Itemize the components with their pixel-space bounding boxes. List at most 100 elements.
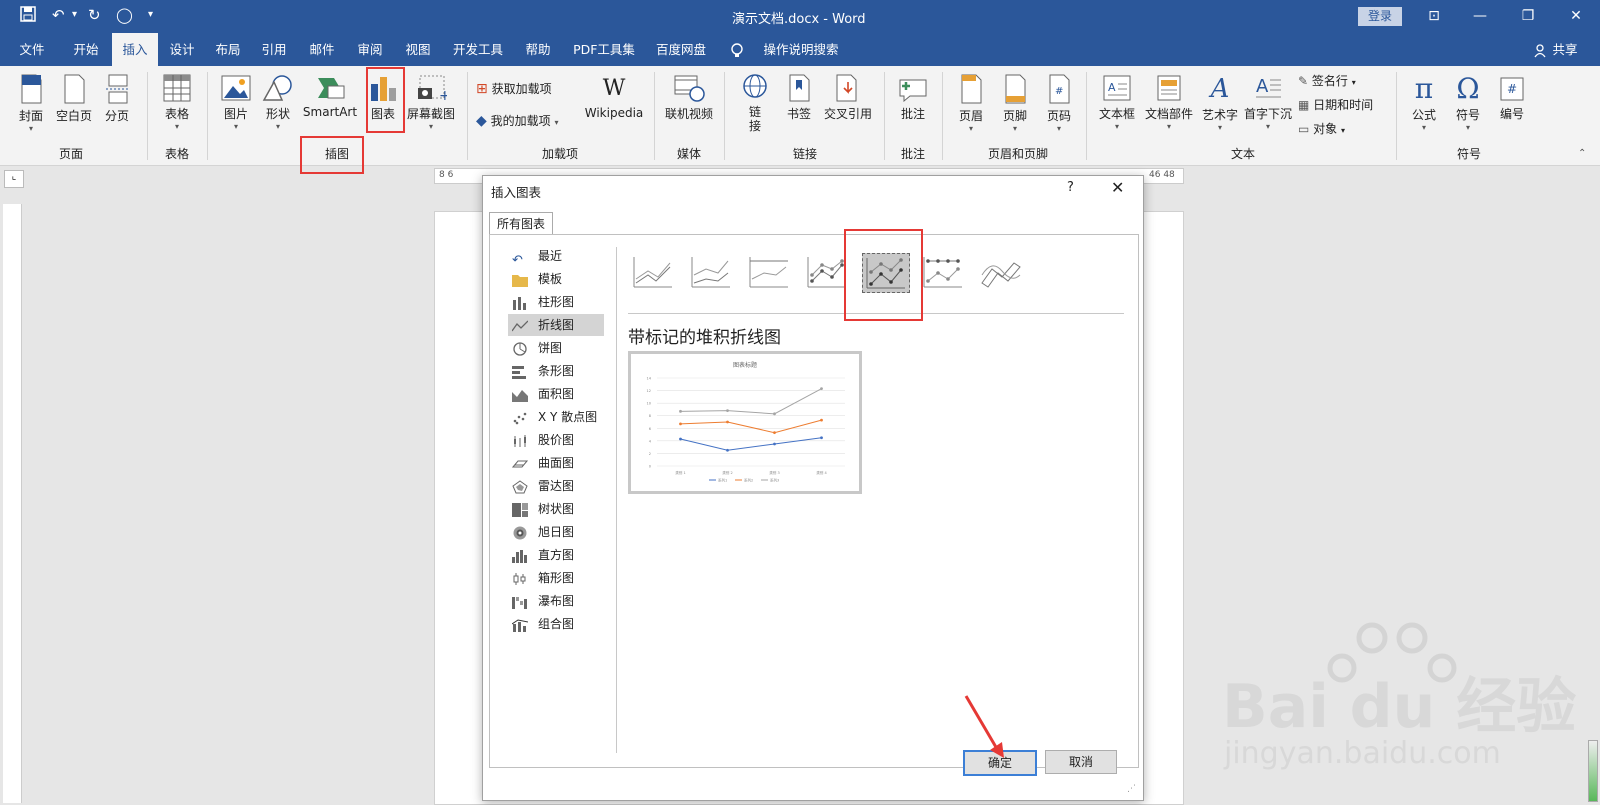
- treemap-icon: [512, 502, 528, 517]
- radar-chart-icon: [512, 479, 528, 493]
- symbol-button[interactable]: Ω 符号 ▾: [1448, 74, 1488, 133]
- page-break-button[interactable]: 分页: [100, 74, 134, 124]
- subtype-3d-line[interactable]: [978, 253, 1024, 291]
- tab-all-charts[interactable]: 所有图表: [489, 212, 553, 235]
- date-time-button[interactable]: ▦ 日期和时间: [1298, 96, 1398, 113]
- tab-design[interactable]: 设计: [160, 33, 204, 66]
- ribbon-display-icon[interactable]: ⊡: [1420, 5, 1448, 27]
- subtype-line[interactable]: [630, 253, 676, 291]
- category-box-whisker[interactable]: 箱形图: [508, 567, 604, 589]
- tab-layout[interactable]: 布局: [206, 33, 250, 66]
- my-addins-button[interactable]: ◆ 我的加载项 ▾: [476, 112, 580, 129]
- lightbulb-icon[interactable]: [730, 33, 744, 66]
- tab-baidu-netdisk[interactable]: 百度网盘: [650, 33, 712, 66]
- tab-home[interactable]: 开始: [64, 33, 108, 66]
- comment-button[interactable]: 批注: [894, 74, 932, 122]
- bookmark-button[interactable]: 书签: [780, 74, 818, 122]
- signature-line-button[interactable]: ✎ 签名行 ▾: [1298, 72, 1398, 89]
- baidu-jingyan-watermark: Bai du 经验 jingyan.baidu.com: [1222, 618, 1582, 798]
- page-number-button[interactable]: # 页码 ▾: [1040, 74, 1078, 133]
- drop-cap-button[interactable]: A 首字下沉 ▾: [1240, 74, 1296, 131]
- cross-reference-button[interactable]: 交叉引用: [820, 74, 876, 122]
- redo-icon[interactable]: ↻: [88, 6, 101, 24]
- wordart-button[interactable]: A 艺术字 ▾: [1198, 74, 1242, 132]
- share-button[interactable]: 共享: [1550, 33, 1580, 66]
- tab-view[interactable]: 视图: [396, 33, 440, 66]
- tab-file[interactable]: 文件: [10, 33, 54, 66]
- subtype-stacked-line[interactable]: [688, 253, 734, 291]
- category-scatter[interactable]: X Y 散点图: [508, 406, 604, 428]
- circle-icon[interactable]: ◯: [116, 6, 133, 24]
- picture-icon: [221, 75, 251, 101]
- chart-preview: 图表标题 14 12 10 8 6 4 2 0 类别 1 类别 2 类别 3 类别 4 系列1 系列2 系列3: [628, 351, 862, 494]
- tab-selector[interactable]: ⌞: [4, 170, 24, 188]
- wikipedia-button[interactable]: W Wikipedia: [582, 74, 646, 120]
- subtype-100-stacked-line[interactable]: [746, 253, 792, 291]
- cover-page-button[interactable]: 封面 ▾: [14, 74, 48, 133]
- cancel-button[interactable]: 取消: [1045, 750, 1117, 774]
- blank-page-button[interactable]: 空白页: [54, 74, 94, 124]
- footer-button[interactable]: 页脚 ▾: [996, 74, 1034, 133]
- dialog-close-icon[interactable]: ✕: [1111, 178, 1124, 197]
- line-chart-icon: [512, 320, 528, 331]
- category-recent[interactable]: ↶ 最近: [508, 245, 604, 268]
- svg-text:#: #: [1055, 86, 1063, 97]
- tab-help[interactable]: 帮助: [516, 33, 560, 66]
- category-surface[interactable]: 曲面图: [508, 452, 604, 474]
- resize-grip-icon[interactable]: ⋰: [1127, 784, 1136, 794]
- category-line[interactable]: 折线图: [508, 314, 604, 336]
- waterfall-icon: [512, 596, 527, 609]
- screenshot-button[interactable]: + 屏幕截图 ▾: [404, 74, 458, 131]
- object-button[interactable]: ▭ 对象 ▾: [1298, 120, 1398, 137]
- pictures-button[interactable]: 图片 ▾: [218, 74, 254, 131]
- ribbon-divider: [884, 72, 885, 160]
- category-bar[interactable]: 条形图: [508, 360, 604, 382]
- tell-me-search[interactable]: 操作说明搜索: [756, 33, 846, 66]
- smartart-button[interactable]: SmartArt: [302, 74, 358, 119]
- tab-mailings[interactable]: 邮件: [300, 33, 344, 66]
- x-tick-label: 类别 3: [769, 470, 779, 475]
- category-waterfall[interactable]: 瀑布图: [508, 590, 604, 612]
- subtype-100-stacked-line-markers[interactable]: [920, 253, 966, 291]
- category-radar[interactable]: 雷达图: [508, 475, 604, 497]
- customize-toolbar-icon[interactable]: ▾: [148, 9, 153, 20]
- quick-parts-button[interactable]: 文档部件 ▾: [1142, 74, 1196, 131]
- link-button[interactable]: 链接: [736, 74, 774, 133]
- undo-icon[interactable]: ↶: [52, 6, 65, 24]
- category-area[interactable]: 面积图: [508, 383, 604, 405]
- equation-button[interactable]: π 公式 ▾: [1404, 74, 1444, 133]
- login-button[interactable]: 登录: [1358, 7, 1402, 26]
- tab-pdf-tools[interactable]: PDF工具集: [568, 33, 640, 66]
- tab-insert[interactable]: 插入: [112, 33, 158, 66]
- close-icon[interactable]: ✕: [1562, 5, 1590, 27]
- category-sunburst[interactable]: 旭日图: [508, 521, 604, 543]
- category-templates[interactable]: 模板: [508, 268, 604, 290]
- person-icon[interactable]: [1532, 33, 1548, 66]
- collapse-ribbon-icon[interactable]: ⌃: [1578, 148, 1586, 159]
- tab-developer[interactable]: 开发工具: [448, 33, 508, 66]
- restore-icon[interactable]: ❐: [1514, 5, 1542, 27]
- number-button[interactable]: # 编号: [1492, 74, 1532, 122]
- category-pie[interactable]: 饼图: [508, 337, 604, 359]
- help-button[interactable]: ?: [1067, 180, 1074, 195]
- addin-icon: ◆: [476, 113, 487, 129]
- header-button[interactable]: 页眉 ▾: [952, 74, 990, 133]
- minimize-icon[interactable]: —: [1466, 5, 1494, 27]
- category-stock[interactable]: 股价图: [508, 429, 604, 451]
- category-treemap[interactable]: 树状图: [508, 498, 604, 520]
- get-addins-button[interactable]: ⊞ 获取加载项: [476, 80, 570, 97]
- group-label-addins: 加载项: [541, 147, 578, 161]
- tab-review[interactable]: 审阅: [348, 33, 392, 66]
- online-video-button[interactable]: 联机视频: [662, 74, 716, 122]
- drop-cap-icon: A: [1256, 76, 1281, 98]
- shapes-button[interactable]: 形状 ▾: [260, 74, 296, 131]
- category-histogram[interactable]: 直方图: [508, 544, 604, 566]
- table-button[interactable]: 表格 ▾: [158, 74, 196, 131]
- save-icon[interactable]: [20, 6, 36, 26]
- undo-dropdown-icon[interactable]: ▾: [72, 9, 77, 20]
- category-combo[interactable]: 组合图: [508, 613, 604, 635]
- text-box-button[interactable]: A 文本框 ▾: [1094, 74, 1140, 131]
- tab-references[interactable]: 引用: [252, 33, 296, 66]
- category-column[interactable]: 柱形图: [508, 291, 604, 313]
- group-label-header-footer: 页眉和页脚: [987, 147, 1048, 161]
